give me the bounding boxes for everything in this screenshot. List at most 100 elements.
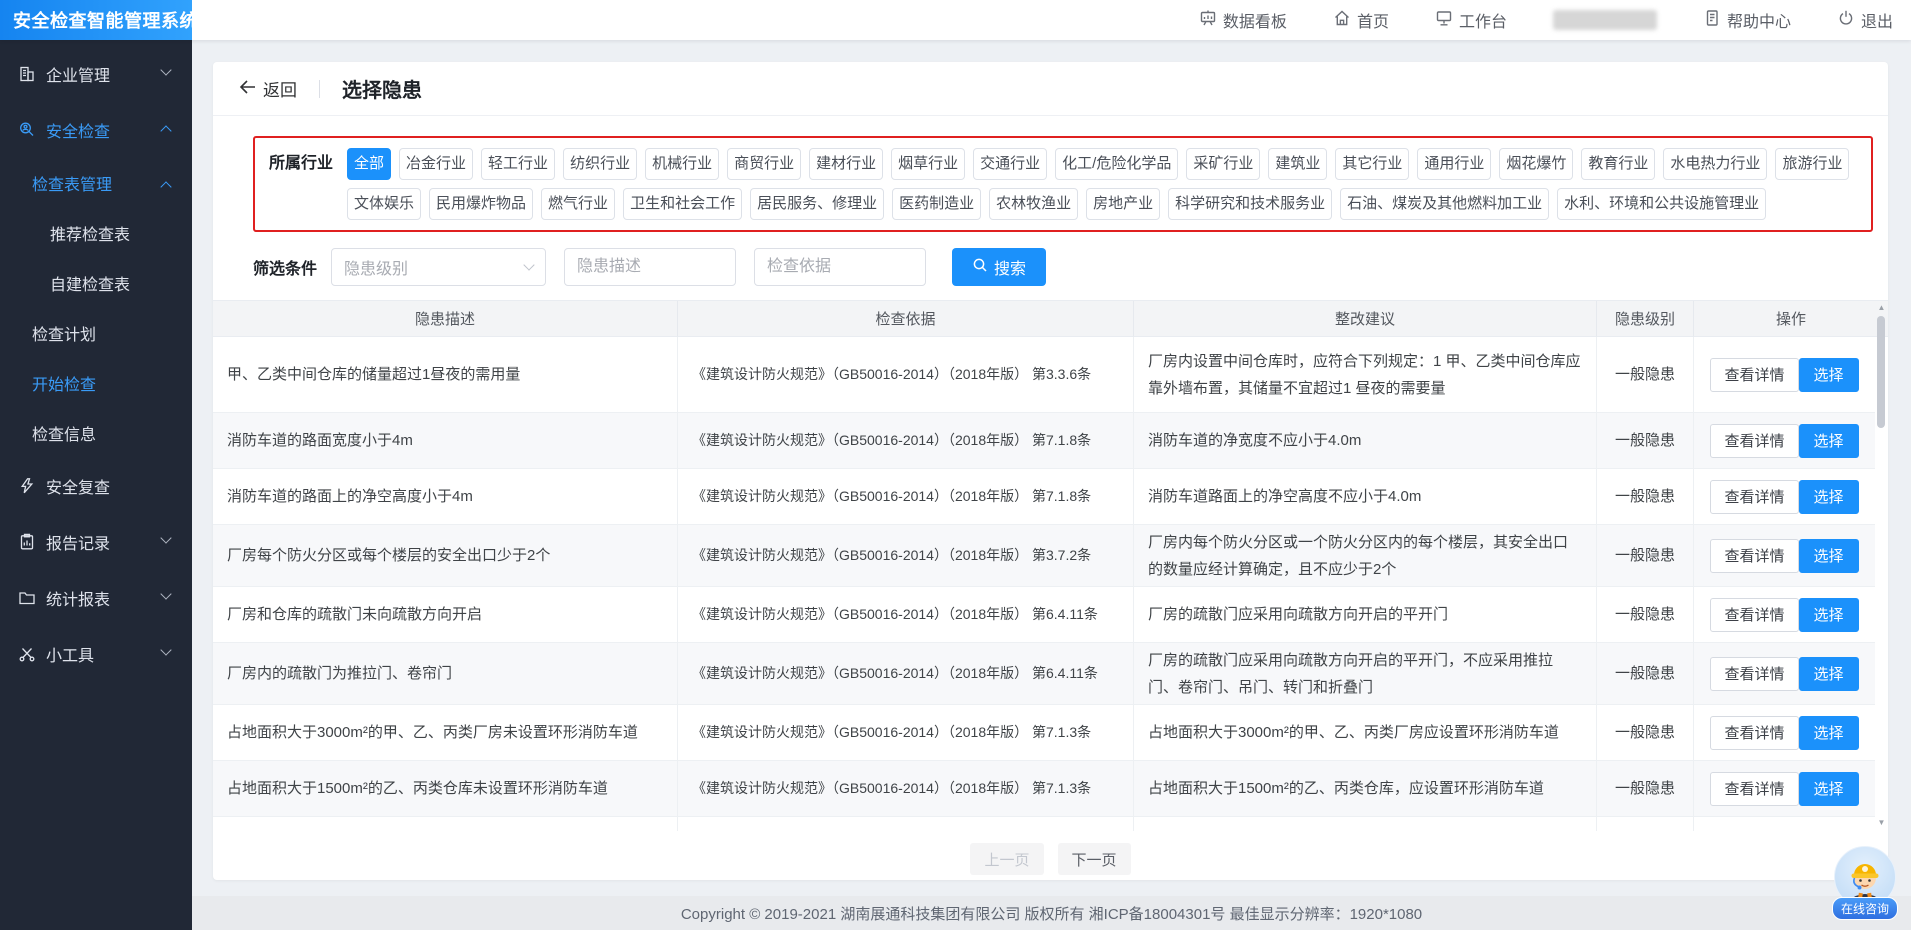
- sidebar-item-statistics-reports[interactable]: 统计报表: [0, 570, 192, 626]
- back-button[interactable]: 返回: [239, 76, 297, 101]
- nav-workbench[interactable]: 工作台: [1435, 8, 1507, 32]
- industry-tag[interactable]: 商贸行业: [727, 148, 801, 180]
- sidebar-item-checklist-mgmt[interactable]: 检查表管理: [0, 158, 192, 208]
- select-button[interactable]: 选择: [1799, 598, 1859, 632]
- sidebar-item-tools[interactable]: 小工具: [0, 626, 192, 682]
- sidebar-item-enterprise-mgmt[interactable]: 企业管理: [0, 46, 192, 102]
- cell-description: 甲、乙类中间仓库的储量超过1昼夜的需用量: [213, 337, 678, 413]
- industry-tag[interactable]: 采矿行业: [1186, 148, 1260, 180]
- inspection-basis-input[interactable]: [754, 248, 926, 286]
- hazard-description-input[interactable]: [564, 248, 736, 286]
- select-button[interactable]: 选择: [1799, 657, 1859, 691]
- select-button[interactable]: 选择: [1799, 358, 1859, 392]
- industry-tag[interactable]: 水利、环境和公共设施管理业: [1557, 188, 1766, 220]
- view-details-button[interactable]: 查看详情: [1710, 539, 1798, 573]
- prev-page-button[interactable]: 上一页: [970, 843, 1043, 875]
- filter-row: 筛选条件 隐患级别 搜索: [253, 248, 1873, 286]
- view-details-button[interactable]: 查看详情: [1710, 657, 1798, 691]
- view-details-button[interactable]: 查看详情: [1710, 358, 1798, 392]
- industry-tag[interactable]: 建材行业: [809, 148, 883, 180]
- sidebar-item-start-inspection[interactable]: 开始检查: [0, 358, 192, 408]
- cell-actions: 查看详情选择: [1694, 705, 1875, 761]
- select-button[interactable]: 选择: [1799, 716, 1859, 750]
- industry-tag[interactable]: 纺织行业: [563, 148, 637, 180]
- search-button[interactable]: 搜索: [952, 248, 1046, 286]
- sidebar-item-safety-inspection[interactable]: 安全检查: [0, 102, 192, 158]
- select-button[interactable]: 选择: [1799, 424, 1859, 458]
- industry-tag[interactable]: 燃气行业: [541, 188, 615, 220]
- hazard-level-select[interactable]: 隐患级别: [331, 248, 546, 286]
- scrollbar-thumb[interactable]: [1877, 316, 1885, 428]
- table-row: 厂房每个防火分区或每个楼层的安全出口少于2个 《建筑设计防火规范》（GB5001…: [213, 525, 1875, 587]
- industry-tag[interactable]: 其它行业: [1335, 148, 1409, 180]
- search-icon: [972, 257, 988, 278]
- industry-tag-selected[interactable]: 全部: [347, 148, 391, 180]
- sidebar-item-recommended-checklist[interactable]: 推荐检查表: [0, 208, 192, 258]
- cell-basis: 《建筑设计防火规范》（GB50016-2014）（2018年版） 第7.1.8条: [678, 469, 1134, 525]
- sidebar-item-custom-checklist[interactable]: 自建检查表: [0, 258, 192, 308]
- industry-tag[interactable]: 交通行业: [973, 148, 1047, 180]
- select-button[interactable]: 选择: [1799, 772, 1859, 806]
- cell-suggestion: 厂房的疏散门应采用向疏散方向开启的平开门: [1134, 587, 1597, 643]
- industry-tag[interactable]: 机械行业: [645, 148, 719, 180]
- industry-filter-label: 所属行业: [269, 148, 333, 180]
- workbench-icon: [1435, 9, 1453, 32]
- nav-home[interactable]: 首页: [1333, 8, 1389, 32]
- industry-tag[interactable]: 建筑业: [1268, 148, 1327, 180]
- cell-actions: 查看详情选择: [1694, 337, 1875, 413]
- industry-tag[interactable]: 石油、煤炭及其他燃料加工业: [1340, 188, 1549, 220]
- industry-tag[interactable]: 居民服务、修理业: [750, 188, 884, 220]
- sidebar-item-safety-recheck[interactable]: 安全复查: [0, 458, 192, 514]
- industry-tag[interactable]: 烟花爆竹: [1499, 148, 1573, 180]
- industry-tag[interactable]: 烟草行业: [891, 148, 965, 180]
- redacted-username[interactable]: [1553, 10, 1657, 30]
- cell-description: 消防车道的路面宽度小于4m: [213, 413, 678, 469]
- view-details-button[interactable]: 查看详情: [1710, 480, 1798, 514]
- select-button[interactable]: 选择: [1799, 480, 1859, 514]
- industry-tag[interactable]: 教育行业: [1581, 148, 1655, 180]
- sidebar-item-report-records[interactable]: 报告记录: [0, 514, 192, 570]
- industry-tag[interactable]: 通用行业: [1417, 148, 1491, 180]
- folder-icon: [18, 589, 36, 607]
- chevron-down-icon: [160, 588, 171, 599]
- industry-tag[interactable]: 旅游行业: [1775, 148, 1849, 180]
- industry-tag[interactable]: 化工/危险化学品: [1055, 148, 1178, 180]
- power-icon: [1837, 9, 1855, 32]
- next-page-button[interactable]: 下一页: [1058, 843, 1131, 875]
- view-details-button[interactable]: 查看详情: [1710, 772, 1798, 806]
- scroll-up-icon[interactable]: ▲: [1875, 301, 1888, 315]
- cell-basis: 《建筑设计防火规范》（GB50016-2014）（2018年版） 第6.4.11…: [678, 587, 1134, 643]
- industry-tag[interactable]: 轻工行业: [481, 148, 555, 180]
- view-details-button[interactable]: 查看详情: [1710, 424, 1798, 458]
- sidebar-item-inspection-info[interactable]: 检查信息: [0, 408, 192, 458]
- cell-level: 一般隐患: [1597, 469, 1694, 525]
- table-row: 消防车道的路面上的净空高度小于4m 《建筑设计防火规范》（GB50016-201…: [213, 469, 1875, 525]
- industry-tag[interactable]: 冶金行业: [399, 148, 473, 180]
- table-scrollbar[interactable]: ▲ ▼: [1875, 300, 1888, 831]
- cell-basis: 《建筑设计防火规范》（GB50016-2014）（2018年版） 第6.4.11…: [678, 643, 1134, 705]
- nav-dashboard[interactable]: 数据看板: [1199, 8, 1287, 32]
- hazard-table: 隐患描述 检查依据 整改建议 隐患级别 操作 甲、乙类中间仓库的储量超过1昼夜的…: [213, 300, 1888, 831]
- nav-logout[interactable]: 退出: [1837, 8, 1893, 32]
- nav-help-center[interactable]: 帮助中心: [1703, 8, 1791, 32]
- sidebar-item-inspection-plan[interactable]: 检查计划: [0, 308, 192, 358]
- cell-actions: 查看详情选择: [1694, 587, 1875, 643]
- lightning-icon: [18, 477, 36, 495]
- table-row-partial: [213, 817, 1875, 831]
- industry-tag[interactable]: 水电热力行业: [1663, 148, 1767, 180]
- view-details-button[interactable]: 查看详情: [1710, 598, 1798, 632]
- industry-tag[interactable]: 房地产业: [1086, 188, 1160, 220]
- building-icon: [18, 65, 36, 83]
- industry-tag[interactable]: 文体娱乐: [347, 188, 421, 220]
- industry-tag[interactable]: 医药制造业: [892, 188, 981, 220]
- industry-tag[interactable]: 民用爆炸物品: [429, 188, 533, 220]
- select-button[interactable]: 选择: [1799, 539, 1859, 573]
- industry-tag[interactable]: 卫生和社会工作: [623, 188, 742, 220]
- online-consult-widget[interactable]: 在线咨询: [1832, 846, 1898, 920]
- view-details-button[interactable]: 查看详情: [1710, 716, 1798, 750]
- scroll-down-icon[interactable]: ▼: [1875, 816, 1888, 830]
- industry-tag[interactable]: 农林牧渔业: [989, 188, 1078, 220]
- cell-level: 一般隐患: [1597, 413, 1694, 469]
- industry-tag[interactable]: 科学研究和技术服务业: [1168, 188, 1332, 220]
- inspect-icon: [18, 121, 36, 139]
